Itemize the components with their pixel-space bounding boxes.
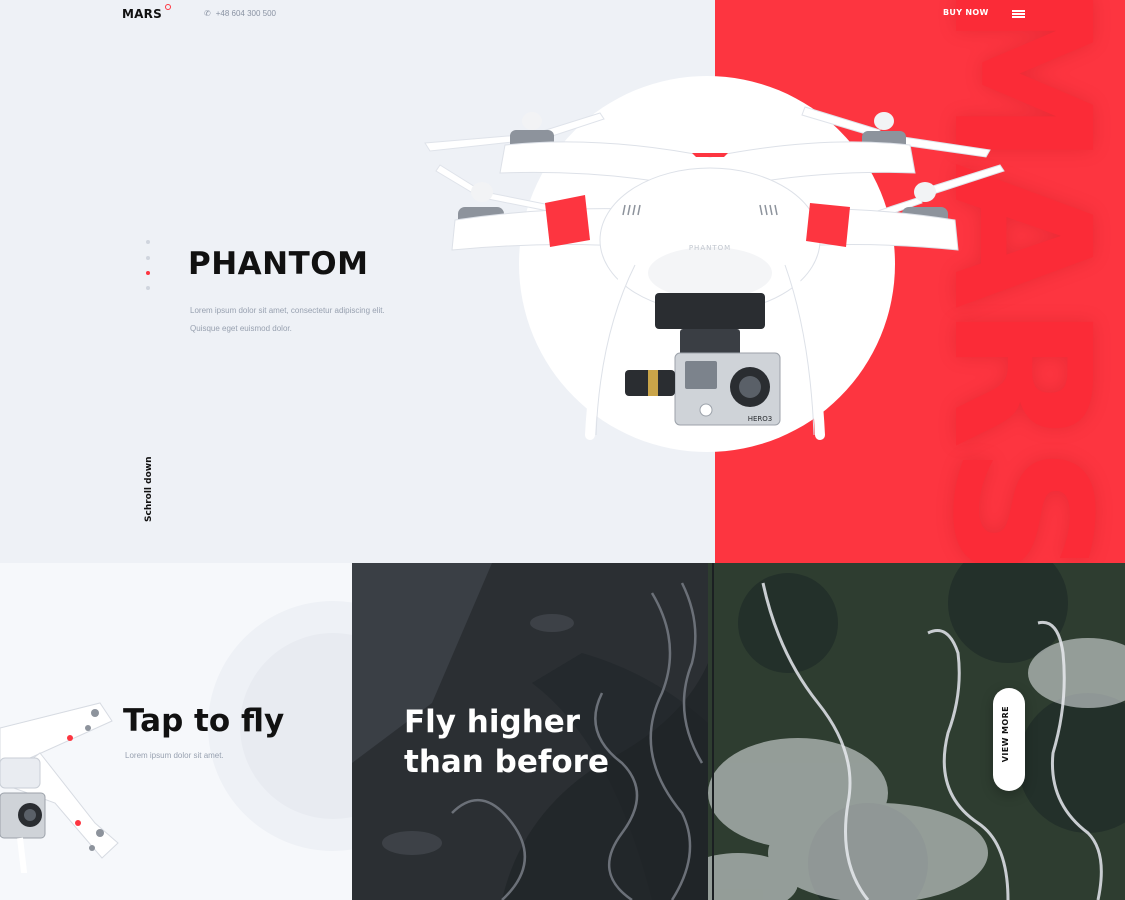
drone-brand-label: PHANTOM: [689, 244, 731, 252]
hamburger-menu-icon[interactable]: [1012, 10, 1025, 18]
pager-dot-active[interactable]: [146, 271, 150, 275]
tap-to-fly-title: Tap to fly: [123, 703, 285, 739]
pager-dot[interactable]: [146, 286, 150, 290]
fly-higher-title-line: Fly higher: [404, 704, 581, 740]
aerial-road-image-right: [708, 563, 1125, 900]
hero-title: PHANTOM: [188, 246, 369, 282]
camera-model-label: HERO3: [748, 415, 773, 423]
pager-dot[interactable]: [146, 256, 150, 260]
pager-dot[interactable]: [146, 240, 150, 244]
logo-ring-icon: [165, 4, 171, 10]
phone-number: +48 604 300 500: [215, 9, 276, 18]
hero-section: MARS MARS ✆ +48 604 300 500 BUY NOW PHAN…: [0, 0, 1125, 563]
fly-higher-title: Fly higher than before: [404, 702, 664, 782]
buy-now-button[interactable]: BUY NOW: [943, 8, 989, 17]
view-more-label: VIEW MORE: [1001, 706, 1010, 763]
site-logo[interactable]: MARS: [122, 7, 162, 21]
view-more-button[interactable]: VIEW MORE: [993, 688, 1025, 791]
drone-side-image: [0, 702, 119, 873]
aerial-forest-photo: [708, 563, 1125, 900]
phone-contact[interactable]: ✆ +48 604 300 500: [204, 9, 276, 18]
fly-higher-title-line: than before: [404, 744, 609, 780]
phone-icon: ✆: [204, 9, 211, 18]
scroll-down-link[interactable]: Schroll down: [144, 452, 154, 523]
phantom-drone-image: PHANTOM HERO3: [424, 106, 1005, 440]
tap-to-fly-panel: Tap to fly Lorem ipsum dolor sit amet.: [0, 563, 352, 900]
tap-to-fly-description: Lorem ipsum dolor sit amet.: [125, 751, 224, 760]
